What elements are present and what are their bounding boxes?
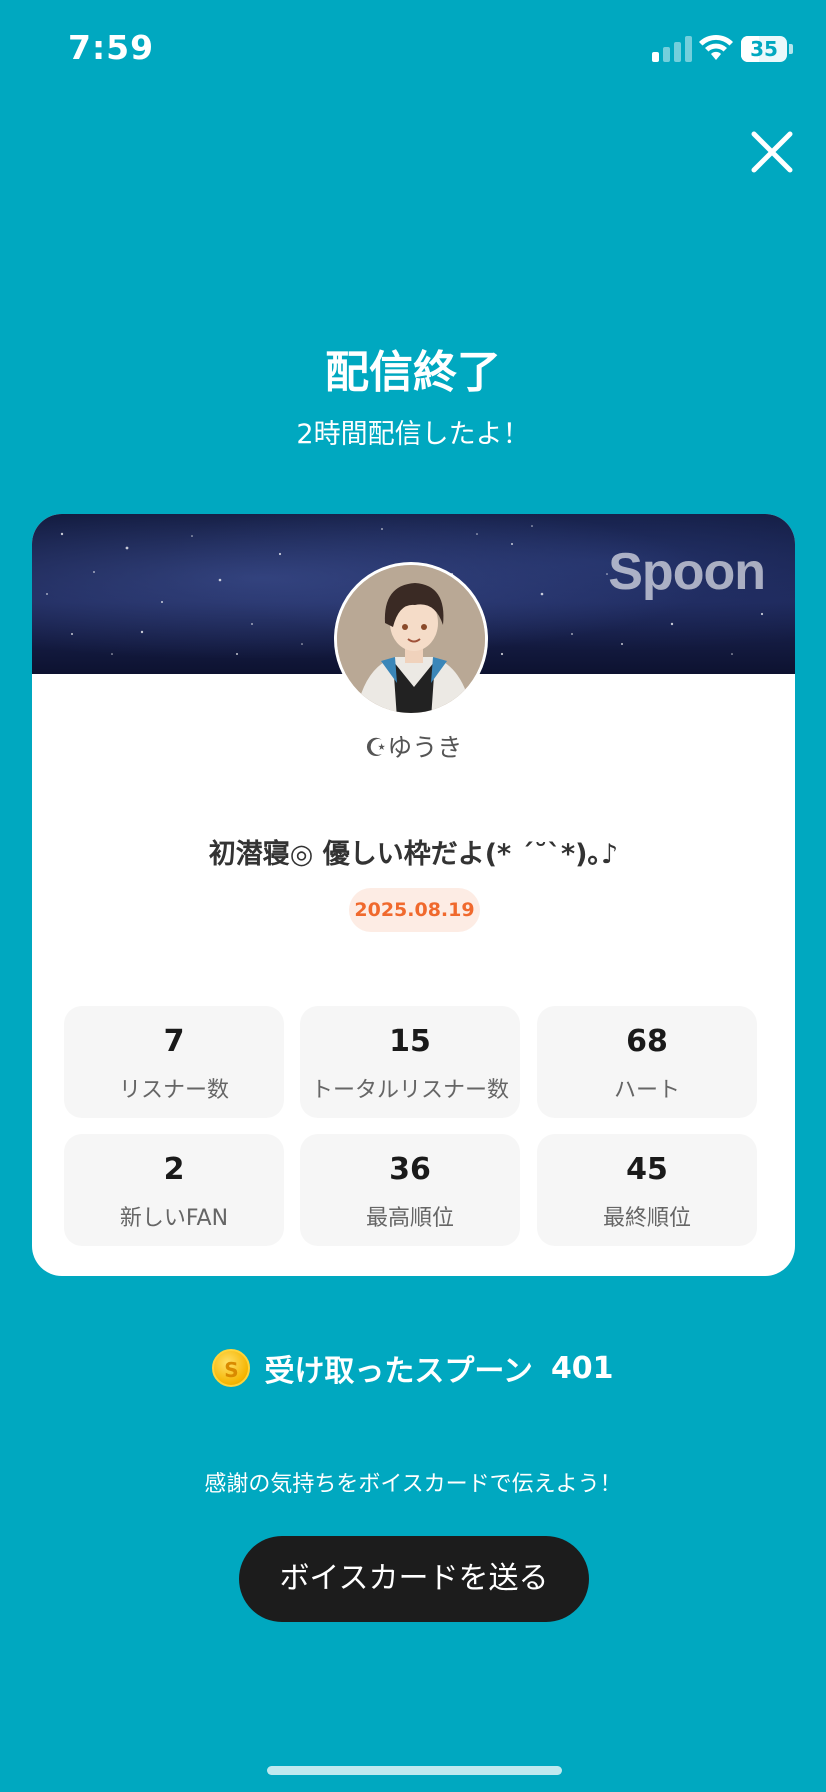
spoons-label: 受け取ったスプーン [264, 1354, 533, 1389]
stat-label: リスナー数 [118, 1078, 229, 1103]
stat-total-listeners: 15 トータルリスナー数 [300, 1006, 520, 1118]
status-time: 7:59 [68, 28, 155, 67]
home-indicator [267, 1766, 562, 1775]
stat-new-fans: 2 新しいFAN [64, 1134, 284, 1246]
spoon-logo: Spoon [608, 543, 766, 601]
battery-level: 35 [750, 37, 778, 61]
close-icon[interactable] [746, 126, 798, 178]
page-subtitle: 2時間配信したよ！ [296, 419, 530, 450]
stat-label: トータルリスナー数 [310, 1078, 509, 1103]
stat-listeners: 7 リスナー数 [64, 1006, 284, 1118]
stat-value: 68 [626, 1024, 668, 1059]
spoons-count: 401 [550, 1350, 614, 1386]
stat-value: 45 [626, 1152, 668, 1187]
stat-value: 7 [163, 1024, 185, 1059]
stat-hearts: 68 ハート [537, 1006, 757, 1118]
avatar [334, 562, 488, 716]
coin-icon: S [212, 1349, 251, 1387]
stat-value: 36 [389, 1152, 431, 1187]
username: ☪︎ゆうき [364, 733, 463, 762]
signal-icon [652, 36, 692, 62]
stat-label: 新しいFAN [119, 1206, 229, 1231]
wifi-icon [699, 34, 733, 60]
battery-tip [789, 44, 793, 54]
status-bar: 7:59 35 [0, 0, 826, 100]
stat-label: 最高順位 [365, 1206, 454, 1231]
send-voice-card-button[interactable]: ボイスカードを送る [239, 1536, 589, 1622]
page-title: 配信終了 [325, 347, 501, 398]
received-spoons: S 受け取ったスプーン 401 [0, 1346, 826, 1396]
stat-label: 最終順位 [602, 1206, 691, 1231]
date-badge: 2025.08.19 [349, 888, 480, 932]
battery-icon: 35 [741, 36, 787, 62]
live-title: 初潜寝◎ 優しい枠だよ(* ˊ˘ˋ*)｡♪ [208, 839, 619, 870]
stat-highest-rank: 36 最高順位 [300, 1134, 520, 1246]
stat-value: 2 [163, 1152, 185, 1187]
stat-final-rank: 45 最終順位 [537, 1134, 757, 1246]
stat-label: ハート [613, 1078, 680, 1103]
thanks-text: 感謝の気持ちをボイスカードで伝えよう！ [204, 1472, 622, 1497]
summary-card: Spoon ☪︎ゆうき 初潜寝◎ 優しい枠だよ(* ˊ˘ˋ*)｡♪ 2025.0… [32, 514, 795, 1276]
stat-value: 15 [389, 1024, 431, 1059]
